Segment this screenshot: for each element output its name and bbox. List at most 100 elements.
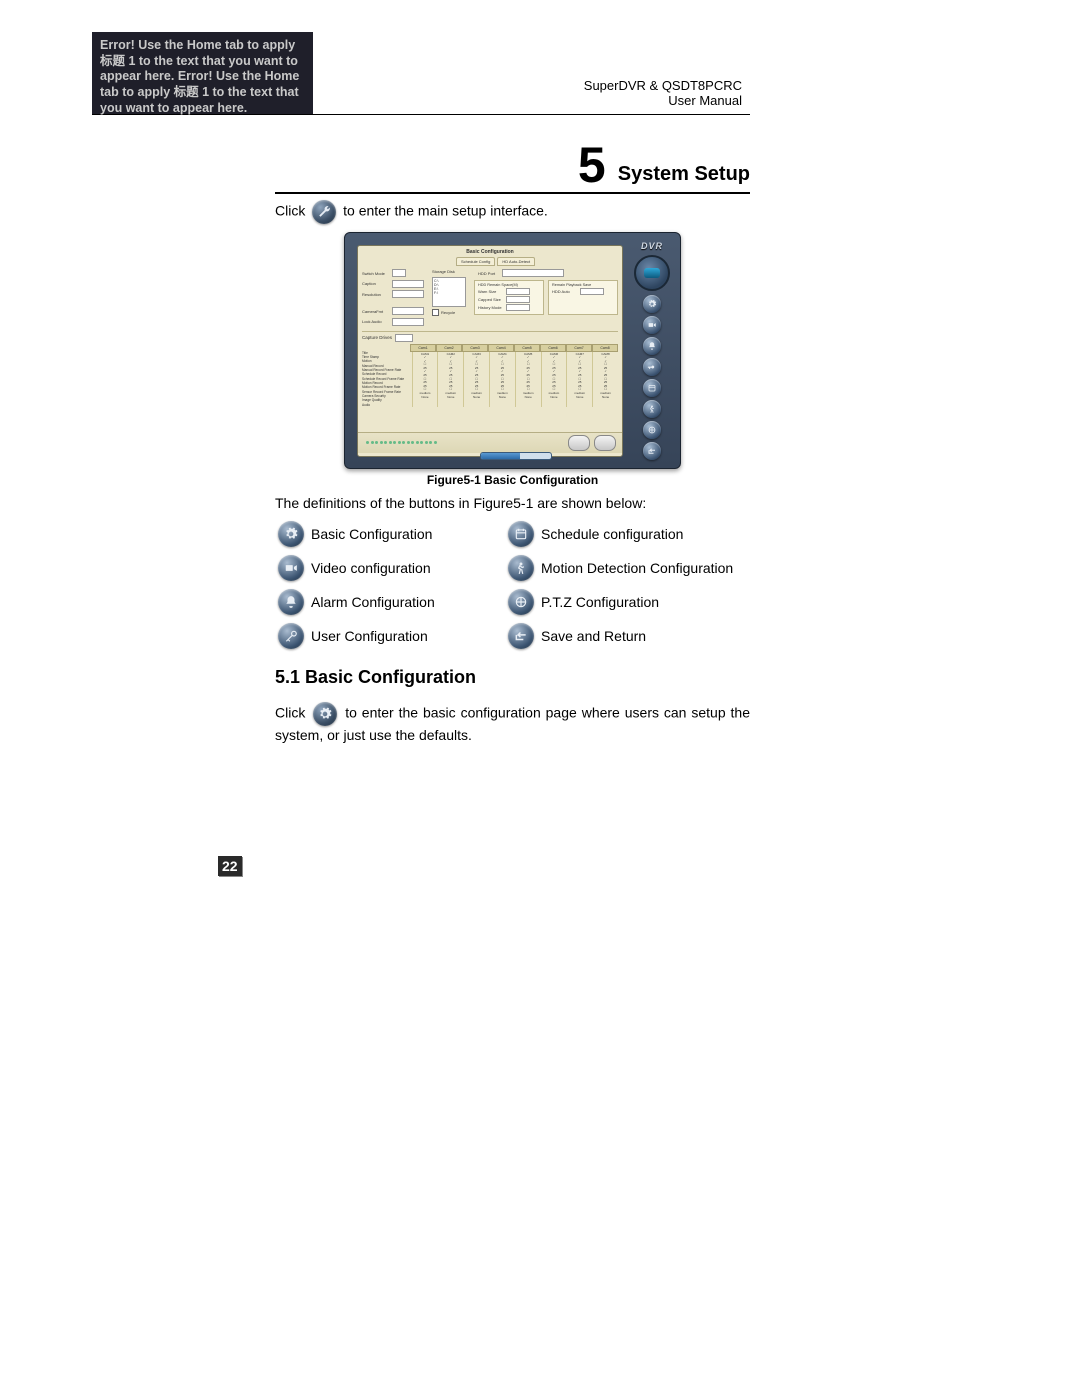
col-cam7: Cam7 (566, 344, 592, 352)
chk-recycle[interactable] (432, 309, 439, 316)
side-calendar-icon[interactable] (643, 379, 661, 397)
lbl-hddport: HDD Port (478, 271, 500, 276)
intro-before: Click (275, 203, 305, 219)
lbl-box2: Remain Playback Save (552, 283, 614, 287)
side-motion-icon[interactable] (643, 400, 661, 418)
motion-icon (508, 555, 534, 581)
chapter-heading: 5 System Setup (275, 140, 750, 194)
lbl-storage: Storage Disk (432, 269, 470, 274)
definitions-line: The definitions of the buttons in Figure… (275, 495, 750, 511)
shot-window: Basic Configuration Schedule Config HD A… (357, 245, 623, 457)
list-storage[interactable]: C:\ D:\ E:\ F:\ (432, 277, 466, 307)
grid-rowlabels: Title Time Stamp Motion Manual Record Ma… (362, 352, 412, 408)
side-key-icon[interactable] (643, 358, 661, 376)
header-product-block: SuperDVR & QSDT8PCRC User Manual (313, 32, 750, 114)
shot-title: Basic Configuration (358, 246, 622, 257)
in-lock[interactable] (392, 318, 424, 326)
in-hddport[interactable] (502, 269, 564, 277)
legend-alarm: Alarm Configuration (311, 594, 501, 610)
lbl-history: History Mode (478, 305, 504, 310)
page: Error! Use the Home tab to apply 标题 1 to… (0, 0, 1080, 1397)
col-cam3: Cam3 (462, 344, 488, 352)
legend-video: Video configuration (311, 560, 501, 576)
dvr-logo: DVR (641, 241, 663, 251)
section-5-1-body: Click to enter the basic configuration p… (275, 702, 750, 745)
dial-control[interactable] (634, 255, 670, 291)
header-error-block: Error! Use the Home tab to apply 标题 1 to… (92, 32, 313, 114)
return-icon (508, 623, 534, 649)
in-capped[interactable] (506, 296, 530, 303)
key-icon (278, 623, 304, 649)
footer-btn-2[interactable] (594, 435, 616, 451)
gear-icon (278, 521, 304, 547)
section-5-1-title: 5.1 Basic Configuration (275, 667, 750, 688)
intro-after: to enter the main setup interface. (343, 203, 548, 219)
shot-tab-hdauto[interactable]: HD Auto-Detect (497, 257, 535, 266)
col-cam1: Cam1 (410, 344, 436, 352)
figure-caption: Figure5-1 Basic Configuration (275, 473, 750, 487)
lbl-lock: Lock Audio (362, 319, 390, 324)
lbl-hddauto: HDD Auto (552, 289, 578, 294)
shot-sidebar: DVR (630, 241, 674, 460)
in-switchmode[interactable] (392, 269, 406, 277)
shot-tabs: Schedule Config HD Auto-Detect (456, 257, 622, 266)
side-return-icon[interactable] (643, 442, 661, 460)
in-warn[interactable] (506, 288, 530, 295)
in-resolution[interactable] (392, 290, 424, 298)
box-hddremain: HDD Remain Space(M) Warn Size Capped Siz… (474, 280, 544, 315)
drive-f[interactable]: F:\ (434, 291, 464, 295)
video-icon (278, 555, 304, 581)
product-name: SuperDVR & QSDT8PCRC (584, 78, 742, 93)
ptz-icon (508, 589, 534, 615)
col-cam2: Cam2 (436, 344, 462, 352)
legend-grid: Basic Configuration Schedule configurati… (275, 521, 750, 649)
col-cam4: Cam4 (488, 344, 514, 352)
in-hddauto[interactable] (580, 288, 604, 295)
figure-screenshot: Basic Configuration Schedule Config HD A… (344, 232, 681, 469)
box-playback: Remain Playback Save HDD Auto (548, 280, 618, 315)
in-caption[interactable] (392, 280, 424, 288)
lbl-captdrv: Capture Drives (362, 335, 392, 340)
lbl-recycle: Recycle (441, 310, 455, 315)
chapter-number: 5 (578, 140, 606, 190)
page-header: Error! Use the Home tab to apply 标题 1 to… (92, 32, 750, 115)
legend-motion: Motion Detection Configuration (541, 560, 750, 576)
doc-type: User Manual (668, 93, 742, 108)
lbl-capped: Capped Size (478, 297, 504, 302)
side-video-icon[interactable] (643, 316, 661, 334)
legend-ptz: P.T.Z Configuration (541, 594, 750, 610)
legend-user: User Configuration (311, 628, 501, 644)
content-area: 5 System Setup Click to enter the main s… (275, 140, 750, 759)
calendar-icon (508, 521, 534, 547)
shot-grid: Cam1 Cam2 Cam3 Cam4 Cam5 Cam6 Cam7 Cam8 … (362, 344, 618, 408)
legend-schedule: Schedule configuration (541, 526, 750, 542)
gear-icon-inline (313, 702, 337, 726)
intro-line: Click to enter the main setup interface. (275, 200, 750, 224)
lbl-switchmode: Switch Mode (362, 271, 390, 276)
shot-footer (358, 432, 622, 453)
footer-btn-1[interactable] (568, 435, 590, 451)
bell-icon (278, 589, 304, 615)
page-number: 22 (218, 856, 242, 876)
lbl-resolution: Resolution (362, 292, 390, 297)
col-cam6: Cam6 (540, 344, 566, 352)
wrench-icon (312, 200, 336, 224)
status-dots (366, 441, 437, 444)
in-captdrv[interactable] (395, 334, 413, 342)
col-cam5: Cam5 (514, 344, 540, 352)
in-history[interactable] (506, 304, 530, 311)
lbl-box1: HDD Remain Space(M) (478, 283, 540, 287)
grid-header: Cam1 Cam2 Cam3 Cam4 Cam5 Cam6 Cam7 Cam8 (362, 344, 618, 352)
side-bell-icon[interactable] (643, 337, 661, 355)
side-gear-icon[interactable] (643, 295, 661, 313)
lbl-camfmt: CameraFmt (362, 309, 390, 314)
in-camfmt[interactable] (392, 307, 424, 315)
sec-after: to enter the basic configuration page wh… (275, 705, 750, 743)
lbl-caption: Caption (362, 281, 390, 286)
legend-save: Save and Return (541, 628, 750, 644)
side-ptz-icon[interactable] (643, 421, 661, 439)
legend-basic: Basic Configuration (311, 526, 501, 542)
chapter-title: System Setup (618, 163, 750, 190)
sec-before: Click (275, 705, 305, 721)
shot-tab-schedule[interactable]: Schedule Config (456, 257, 495, 266)
